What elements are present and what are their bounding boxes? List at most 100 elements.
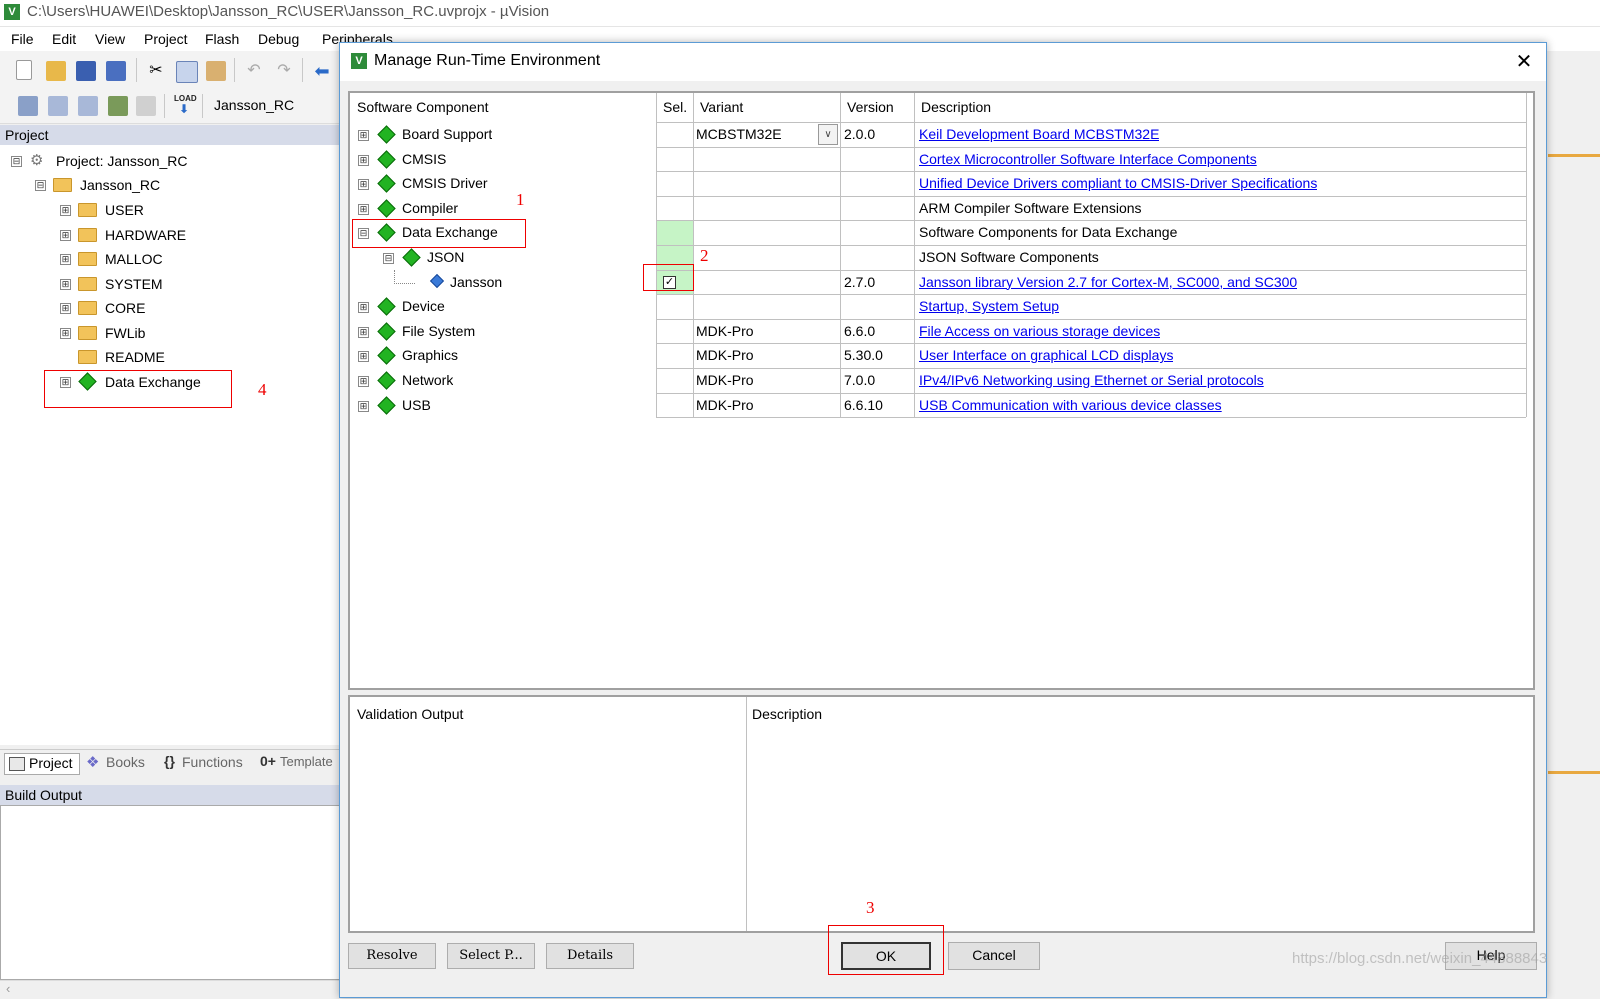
- expand-icon[interactable]: ⊞: [60, 303, 71, 314]
- expand-icon[interactable]: ⊞: [60, 205, 71, 216]
- build-output-title: Build Output: [5, 787, 83, 803]
- description-link[interactable]: User Interface on graphical LCD displays: [919, 343, 1173, 368]
- resolve-button[interactable]: Resolve: [348, 943, 436, 969]
- expand-icon[interactable]: ⊞: [358, 400, 369, 412]
- horizontal-scrollbar[interactable]: ‹: [0, 980, 345, 999]
- expand-icon[interactable]: ⊞: [358, 302, 369, 314]
- expand-icon[interactable]: ⊞: [358, 326, 369, 338]
- component-row[interactable]: ⊞ File System MDK-Pro 6.6.0 File Access on v…: [350, 319, 1533, 344]
- component-row[interactable]: ⊞ Graphics MDK-Pro 5.30.0 User Interface on …: [350, 343, 1533, 368]
- tab-functions[interactable]: {} Functions: [162, 753, 252, 773]
- tab-books[interactable]: ❖ Books: [84, 753, 156, 773]
- copy-icon[interactable]: [176, 61, 198, 83]
- folder-icon: [78, 203, 97, 217]
- books-icon: ❖: [86, 754, 100, 771]
- translate-icon[interactable]: [18, 96, 38, 116]
- toolbar-separator: [164, 94, 165, 118]
- description-link[interactable]: Unified Device Drivers compliant to CMSI…: [919, 171, 1317, 196]
- collapse-icon[interactable]: ⊟: [11, 156, 22, 167]
- expand-icon[interactable]: ⊞: [60, 328, 71, 339]
- load-icon[interactable]: LOAD ⬇: [174, 94, 197, 115]
- sel-cell[interactable]: [656, 196, 693, 221]
- sel-cell[interactable]: [656, 393, 693, 418]
- component-row[interactable]: ⊞ Device Startup, System Setup: [350, 294, 1533, 319]
- navigate-back-icon[interactable]: ⬅: [312, 61, 332, 81]
- description-link[interactable]: Jansson library Version 2.7 for Cortex-M…: [919, 270, 1297, 295]
- component-row[interactable]: ⊞ Board Support MCBSTM32E ∨ 2.0.0 Keil Develo…: [350, 122, 1533, 147]
- menu-view[interactable]: View: [95, 31, 125, 47]
- description-link[interactable]: USB Communication with various device cl…: [919, 393, 1222, 418]
- undo-icon[interactable]: ↶: [244, 61, 264, 81]
- col-header-sel[interactable]: Sel.: [663, 99, 687, 115]
- sel-cell[interactable]: [656, 220, 693, 246]
- save-icon[interactable]: [76, 61, 96, 81]
- menu-flash[interactable]: Flash: [205, 31, 239, 47]
- paste-icon[interactable]: [206, 61, 226, 81]
- stop-build-icon[interactable]: [136, 96, 156, 116]
- description-link[interactable]: Keil Development Board MCBSTM32E: [919, 122, 1159, 147]
- menu-edit[interactable]: Edit: [52, 31, 76, 47]
- col-header-description[interactable]: Description: [921, 99, 991, 115]
- target-select[interactable]: Jansson_RC: [214, 97, 294, 113]
- component-row[interactable]: ⊞ CMSIS Driver Unified Device Drivers comp…: [350, 171, 1533, 196]
- expand-icon[interactable]: ⊞: [60, 254, 71, 265]
- expand-icon[interactable]: ⊞: [358, 351, 369, 363]
- menu-debug[interactable]: Debug: [258, 31, 299, 47]
- expand-icon[interactable]: ⊞: [358, 154, 369, 166]
- details-button[interactable]: Details: [546, 943, 634, 969]
- component-row[interactable]: ⊞ Network MDK-Pro 7.0.0 IPv4/IPv6 Networking…: [350, 368, 1533, 393]
- redo-icon[interactable]: ↷: [274, 61, 294, 81]
- sel-cell[interactable]: [656, 368, 693, 393]
- sel-cell[interactable]: [656, 319, 693, 344]
- select-packs-button[interactable]: Select P...: [447, 943, 535, 969]
- save-all-icon[interactable]: [106, 61, 126, 81]
- component-row[interactable]: Jansson ✓ 2.7.0 Jansson library Version 2.7…: [350, 269, 1533, 295]
- build-output-panel[interactable]: [0, 805, 345, 980]
- build-icon[interactable]: [48, 96, 68, 116]
- expand-icon[interactable]: ⊞: [60, 230, 71, 241]
- description-link[interactable]: Startup, System Setup: [919, 294, 1059, 319]
- sel-cell[interactable]: [656, 294, 693, 319]
- collapse-icon[interactable]: ⊟: [35, 180, 46, 191]
- sel-cell[interactable]: [656, 171, 693, 196]
- component-row[interactable]: ⊞ USB MDK-Pro 6.6.10 USB Communication with …: [350, 393, 1533, 418]
- component-row[interactable]: ⊞ CMSIS Cortex Microcontroller Software In…: [350, 147, 1533, 172]
- menu-file[interactable]: File: [11, 31, 34, 47]
- expand-icon[interactable]: ⊞: [358, 130, 369, 141]
- grid-line: [656, 245, 1526, 246]
- component-row[interactable]: ⊟ JSON JSON Software Components: [350, 245, 1533, 270]
- col-header-version[interactable]: Version: [847, 99, 894, 115]
- menu-project[interactable]: Project: [144, 31, 188, 47]
- cut-icon[interactable]: ✂: [146, 61, 166, 81]
- tab-project[interactable]: Project: [4, 753, 80, 775]
- new-file-icon[interactable]: [16, 60, 32, 80]
- expand-icon[interactable]: ⊞: [358, 179, 369, 191]
- component-item-icon: [429, 273, 445, 288]
- cancel-button[interactable]: Cancel: [948, 942, 1040, 970]
- batch-build-icon[interactable]: [108, 96, 128, 116]
- sel-cell[interactable]: [656, 147, 693, 172]
- col-header-variant[interactable]: Variant: [700, 99, 743, 115]
- description-link[interactable]: Cortex Microcontroller Software Interfac…: [919, 147, 1257, 172]
- validation-panel: Validation Output Description: [348, 695, 1535, 933]
- description-link[interactable]: IPv4/IPv6 Networking using Ethernet or S…: [919, 368, 1264, 393]
- sel-cell[interactable]: [656, 122, 693, 147]
- component-name: File System: [402, 322, 476, 339]
- component-row[interactable]: ⊞ Compiler ARM Compiler Software Extension…: [350, 196, 1533, 221]
- close-icon[interactable]: ✕: [1510, 49, 1538, 75]
- expand-icon[interactable]: ⊞: [358, 376, 369, 387]
- tree-item-label: SYSTEM: [105, 276, 163, 292]
- description-link[interactable]: File Access on various storage devices: [919, 319, 1160, 344]
- open-file-icon[interactable]: [46, 61, 66, 81]
- rebuild-icon[interactable]: [78, 96, 98, 116]
- expand-icon[interactable]: ⊞: [358, 203, 369, 215]
- component-grid: Software Component Sel. Variant Version …: [348, 91, 1535, 690]
- tab-templates[interactable]: 0+ Template: [258, 753, 344, 773]
- chevron-down-icon[interactable]: ∨: [818, 124, 838, 145]
- component-row[interactable]: ⊟ Data Exchange Software Components for Da…: [350, 220, 1533, 246]
- scroll-left-icon[interactable]: ‹: [6, 981, 10, 996]
- expand-icon[interactable]: ⊞: [60, 279, 71, 290]
- col-header-component[interactable]: Software Component: [357, 99, 489, 115]
- sel-cell[interactable]: [656, 343, 693, 368]
- collapse-icon[interactable]: ⊟: [383, 253, 394, 264]
